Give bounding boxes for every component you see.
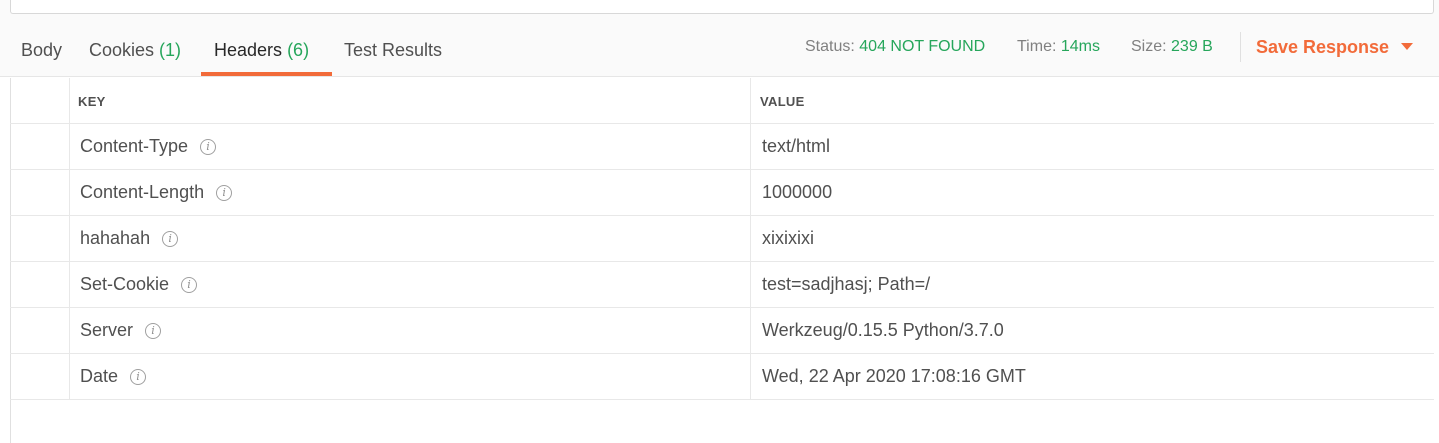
column-header-value: VALUE xyxy=(751,78,1434,123)
tab-test-results-label: Test Results xyxy=(344,40,443,60)
tab-cookies-count: (1) xyxy=(159,40,182,60)
status-label: Status: xyxy=(805,38,855,55)
active-tab-indicator xyxy=(201,72,332,76)
response-status[interactable]: Status: 404 NOT FOUND xyxy=(805,38,985,56)
header-key-cell: Server i xyxy=(70,308,751,353)
key-column-title: KEY xyxy=(78,94,106,109)
table-row[interactable]: Content-Length i 1000000 xyxy=(10,170,1434,216)
header-key: Content-Type xyxy=(80,136,189,156)
header-value: xixixixi xyxy=(762,228,814,248)
table-row[interactable]: Content-Type i text/html xyxy=(10,124,1434,170)
table-row[interactable]: Date i Wed, 22 Apr 2020 17:08:16 GMT xyxy=(10,354,1434,400)
time-label: Time: xyxy=(1017,38,1057,55)
row-gutter xyxy=(10,308,70,353)
tab-cookies[interactable]: Cookies (1) xyxy=(89,40,181,61)
header-key-cell: Content-Type i xyxy=(70,124,751,169)
tab-body[interactable]: Body xyxy=(21,40,62,61)
header-key-cell: Set-Cookie i xyxy=(70,262,751,307)
row-gutter xyxy=(10,78,70,123)
response-size[interactable]: Size: 239 B xyxy=(1131,38,1213,56)
header-value-cell: test=sadjhasj; Path=/ xyxy=(751,262,1434,307)
header-key: Set-Cookie xyxy=(80,274,170,294)
header-value: Werkzeug/0.15.5 Python/3.7.0 xyxy=(762,320,1004,340)
header-key-cell: Content-Length i xyxy=(70,170,751,215)
header-key: hahahah xyxy=(80,228,151,248)
row-gutter xyxy=(10,216,70,261)
response-tabbar: Body Cookies (1) Headers (6) Test Result… xyxy=(0,22,1439,77)
value-column-title: VALUE xyxy=(760,94,805,109)
row-gutter xyxy=(10,170,70,215)
table-header-row: KEY VALUE xyxy=(10,78,1434,124)
table-row[interactable]: Server i Werkzeug/0.15.5 Python/3.7.0 xyxy=(10,308,1434,354)
caret-down-icon[interactable] xyxy=(1401,42,1414,50)
info-icon[interactable]: i xyxy=(181,276,198,293)
request-area-edge xyxy=(0,0,1439,22)
info-icon[interactable]: i xyxy=(200,138,217,155)
header-value-cell: Wed, 22 Apr 2020 17:08:16 GMT xyxy=(751,354,1434,399)
header-key: Content-Length xyxy=(80,182,205,202)
tab-cookies-label: Cookies xyxy=(89,40,155,60)
header-value-cell: text/html xyxy=(751,124,1434,169)
header-value: Wed, 22 Apr 2020 17:08:16 GMT xyxy=(762,366,1026,386)
row-gutter xyxy=(10,262,70,307)
tab-test-results[interactable]: Test Results xyxy=(344,40,442,61)
info-icon[interactable]: i xyxy=(216,184,233,201)
save-response-label: Save Response xyxy=(1256,37,1390,57)
size-value: 239 B xyxy=(1171,38,1213,55)
tab-body-label: Body xyxy=(21,40,63,60)
header-key: Date xyxy=(80,366,119,386)
row-gutter xyxy=(10,354,70,399)
header-key-cell: hahahah i xyxy=(70,216,751,261)
header-key-cell: Date i xyxy=(70,354,751,399)
request-body-editor-edge[interactable] xyxy=(10,0,1434,14)
size-label: Size: xyxy=(1131,38,1167,55)
tab-headers-label: Headers xyxy=(214,40,283,60)
time-value: 14ms xyxy=(1060,38,1100,55)
status-value: 404 NOT FOUND xyxy=(859,38,986,55)
info-icon[interactable]: i xyxy=(130,368,147,385)
save-response-button[interactable]: Save Response xyxy=(1256,37,1414,58)
toolbar-divider xyxy=(1240,32,1241,62)
row-gutter xyxy=(10,124,70,169)
info-icon[interactable]: i xyxy=(145,322,162,339)
header-value: test=sadjhasj; Path=/ xyxy=(762,274,931,294)
header-value-cell: xixixixi xyxy=(751,216,1434,261)
info-icon[interactable]: i xyxy=(162,230,179,247)
headers-table: KEY VALUE Content-Type i text/html Conten… xyxy=(10,78,1434,400)
table-row[interactable]: Set-Cookie i test=sadjhasj; Path=/ xyxy=(10,262,1434,308)
tab-headers[interactable]: Headers (6) xyxy=(214,40,309,61)
header-value: text/html xyxy=(762,136,831,156)
header-value-cell: 1000000 xyxy=(751,170,1434,215)
response-time[interactable]: Time: 14ms xyxy=(1017,38,1100,56)
header-value-cell: Werkzeug/0.15.5 Python/3.7.0 xyxy=(751,308,1434,353)
header-key: Server xyxy=(80,320,134,340)
tab-headers-count: (6) xyxy=(287,40,310,60)
table-row[interactable]: hahahah i xixixixi xyxy=(10,216,1434,262)
column-header-key: KEY xyxy=(70,78,751,123)
header-value: 1000000 xyxy=(762,182,833,202)
